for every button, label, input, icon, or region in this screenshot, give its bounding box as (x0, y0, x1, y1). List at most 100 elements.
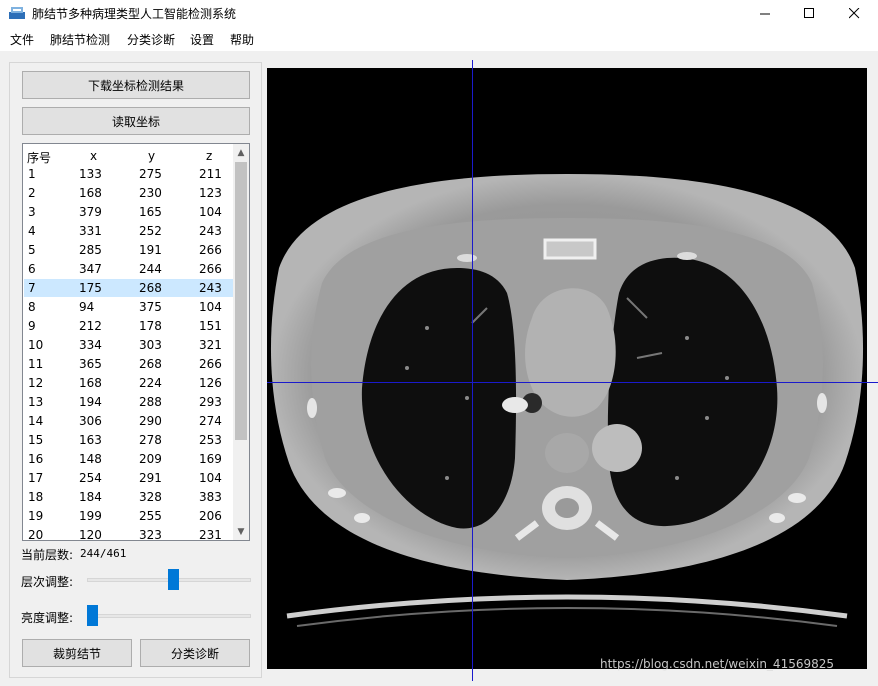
table-row[interactable]: 1 133 275 211 (24, 165, 234, 183)
header-index: 序号 (27, 151, 52, 165)
coordinates-table[interactable]: 序号 x y z 1 133 275 211 2 168 230 123 3 379 165 104 4… (22, 143, 250, 541)
scroll-up-icon[interactable]: ▲ (233, 145, 249, 161)
cell-y: 328 (139, 490, 162, 504)
cell-index: 18 (28, 490, 44, 504)
cell-z: 321 (199, 338, 222, 352)
table-row[interactable]: 4 331 252 243 (24, 222, 234, 240)
cell-z: 266 (199, 262, 222, 276)
window-title: 肺结节多种病理类型人工智能检测系统 (32, 7, 237, 21)
menu-help[interactable]: 帮助 (230, 31, 254, 48)
brightness-slider-handle[interactable] (87, 605, 98, 626)
table-row[interactable]: 18 184 328 383 (24, 488, 234, 506)
cell-index: 16 (28, 452, 44, 466)
table-row[interactable]: 6 347 244 266 (24, 260, 234, 278)
cell-index: 14 (28, 414, 44, 428)
maximize-icon (803, 7, 814, 18)
scrollbar-thumb[interactable] (235, 162, 247, 440)
cell-y: 268 (139, 281, 162, 295)
current-layer-value: 244/461 (80, 547, 127, 560)
cell-z: 206 (199, 509, 222, 523)
menu-nodule-detection[interactable]: 肺结节检测 (50, 31, 110, 48)
cell-z: 266 (199, 357, 222, 371)
cell-z: 123 (199, 186, 222, 200)
cell-y: 323 (139, 528, 162, 541)
scroll-down-icon[interactable]: ▼ (233, 524, 249, 540)
cell-x: 184 (79, 490, 102, 504)
table-row[interactable]: 15 163 278 253 (24, 431, 234, 449)
cell-y: 268 (139, 357, 162, 371)
table-row[interactable]: 7 175 268 243 (24, 279, 234, 297)
cell-y: 244 (139, 262, 162, 276)
table-row[interactable]: 11 365 268 266 (24, 355, 234, 373)
table-row[interactable]: 16 148 209 169 (24, 450, 234, 468)
cell-x: 306 (79, 414, 102, 428)
cell-x: 379 (79, 205, 102, 219)
cell-x: 212 (79, 319, 102, 333)
menu-bar: 文件 肺结节检测 分类诊断 设置 帮助 (0, 26, 878, 51)
table-row[interactable]: 17 254 291 104 (24, 469, 234, 487)
cell-z: 104 (199, 300, 222, 314)
app-icon (9, 7, 25, 19)
table-row[interactable]: 5 285 191 266 (24, 241, 234, 259)
cell-y: 209 (139, 452, 162, 466)
cell-z: 243 (199, 224, 222, 238)
crop-nodule-button[interactable]: 裁剪结节 (22, 639, 132, 667)
table-row[interactable]: 12 168 224 126 (24, 374, 234, 392)
cell-index: 9 (28, 319, 36, 333)
maximize-button[interactable] (786, 0, 832, 26)
table-scrollbar[interactable]: ▲ ▼ (233, 144, 249, 540)
cell-index: 19 (28, 509, 44, 523)
cell-y: 278 (139, 433, 162, 447)
cell-y: 375 (139, 300, 162, 314)
cell-y: 191 (139, 243, 162, 257)
close-button[interactable] (831, 0, 877, 26)
table-row[interactable]: 9 212 178 151 (24, 317, 234, 335)
minimize-button[interactable] (742, 0, 788, 26)
cell-x: 175 (79, 281, 102, 295)
table-row[interactable]: 2 168 230 123 (24, 184, 234, 202)
cell-z: 104 (199, 471, 222, 485)
brightness-slider-track[interactable] (87, 614, 251, 618)
classify-diagnosis-button[interactable]: 分类诊断 (140, 639, 250, 667)
table-row[interactable]: 10 334 303 321 (24, 336, 234, 354)
cell-z: 293 (199, 395, 222, 409)
crosshair-vertical (472, 68, 473, 669)
cell-y: 255 (139, 509, 162, 523)
crosshair-horizontal-right (867, 382, 878, 383)
cell-index: 10 (28, 338, 44, 352)
cell-y: 224 (139, 376, 162, 390)
level-slider-handle[interactable] (168, 569, 180, 590)
cell-index: 4 (28, 224, 36, 238)
crosshair-vertical-bottom (472, 669, 473, 681)
table-row[interactable]: 3 379 165 104 (24, 203, 234, 221)
header-x: x (90, 149, 98, 163)
crosshair-horizontal (267, 382, 867, 383)
cell-x: 285 (79, 243, 102, 257)
ct-image-viewer[interactable] (267, 68, 867, 669)
cell-index: 1 (28, 167, 36, 181)
table-row[interactable]: 8 94 375 104 (24, 298, 234, 316)
menu-settings[interactable]: 设置 (190, 31, 214, 48)
current-layer-label: 当前层数: (21, 548, 74, 562)
cell-x: 133 (79, 167, 102, 181)
menu-classification[interactable]: 分类诊断 (127, 31, 175, 48)
cell-y: 275 (139, 167, 162, 181)
table-row[interactable]: 19 199 255 206 (24, 507, 234, 525)
cell-x: 199 (79, 509, 102, 523)
download-results-button[interactable]: 下载坐标检测结果 (22, 71, 250, 99)
menu-file[interactable]: 文件 (10, 31, 34, 48)
table-row[interactable]: 20 120 323 231 (24, 526, 234, 541)
crosshair-vertical-top (472, 60, 473, 68)
table-row[interactable]: 14 306 290 274 (24, 412, 234, 430)
cell-y: 288 (139, 395, 162, 409)
cell-y: 252 (139, 224, 162, 238)
cell-x: 163 (79, 433, 102, 447)
read-coordinates-button[interactable]: 读取坐标 (22, 107, 250, 135)
cell-x: 365 (79, 357, 102, 371)
table-row[interactable]: 13 194 288 293 (24, 393, 234, 411)
cell-z: 231 (199, 528, 222, 541)
cell-x: 120 (79, 528, 102, 541)
cell-y: 303 (139, 338, 162, 352)
ct-scan-image (270, 174, 864, 627)
cell-x: 194 (79, 395, 102, 409)
